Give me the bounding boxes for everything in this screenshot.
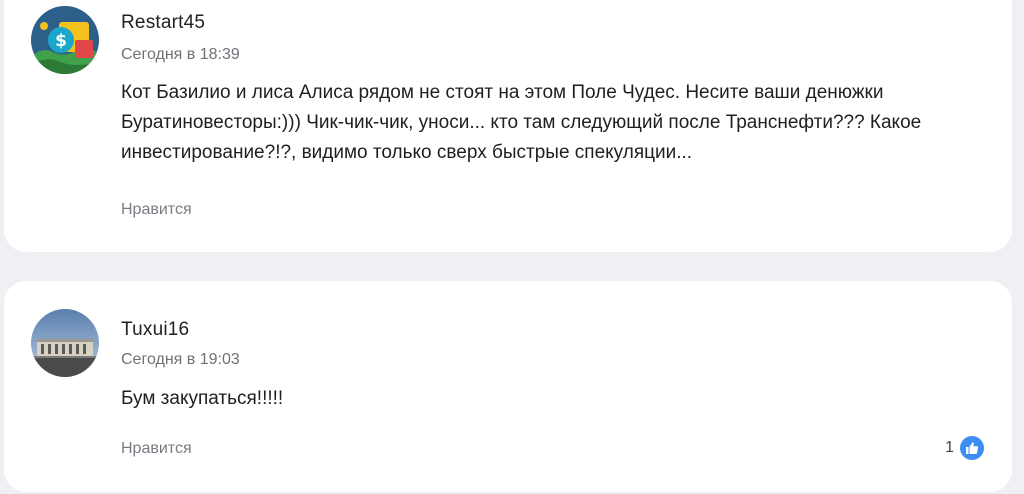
comment-card: $ Restart45 Сегодня в 18:39 Кот Базилио … bbox=[4, 0, 1012, 252]
comment-author[interactable]: Restart45 bbox=[121, 12, 205, 34]
avatar[interactable]: $ bbox=[31, 6, 99, 74]
comment-text: Кот Базилио и лиса Алиса рядом не стоят … bbox=[121, 82, 922, 163]
avatar[interactable] bbox=[31, 309, 99, 377]
like-button[interactable]: Нравится bbox=[121, 440, 192, 458]
comment-author[interactable]: Tuxui16 bbox=[121, 319, 189, 341]
money-avatar-icon: $ bbox=[31, 6, 99, 74]
reaction-summary[interactable]: 1 bbox=[945, 436, 984, 460]
like-button[interactable]: Нравится bbox=[121, 201, 192, 219]
comment-timestamp[interactable]: Сегодня в 19:03 bbox=[121, 351, 240, 369]
comment-card: Tuxui16 Сегодня в 19:03 Бум закупаться!!… bbox=[4, 281, 1012, 492]
thumbs-up-icon bbox=[960, 436, 984, 460]
comment-timestamp[interactable]: Сегодня в 18:39 bbox=[121, 46, 240, 64]
comment-text: Бум закупаться!!!!! bbox=[121, 388, 284, 409]
building-avatar-icon bbox=[31, 309, 99, 377]
reaction-count: 1 bbox=[945, 439, 954, 456]
svg-text:$: $ bbox=[55, 31, 67, 51]
